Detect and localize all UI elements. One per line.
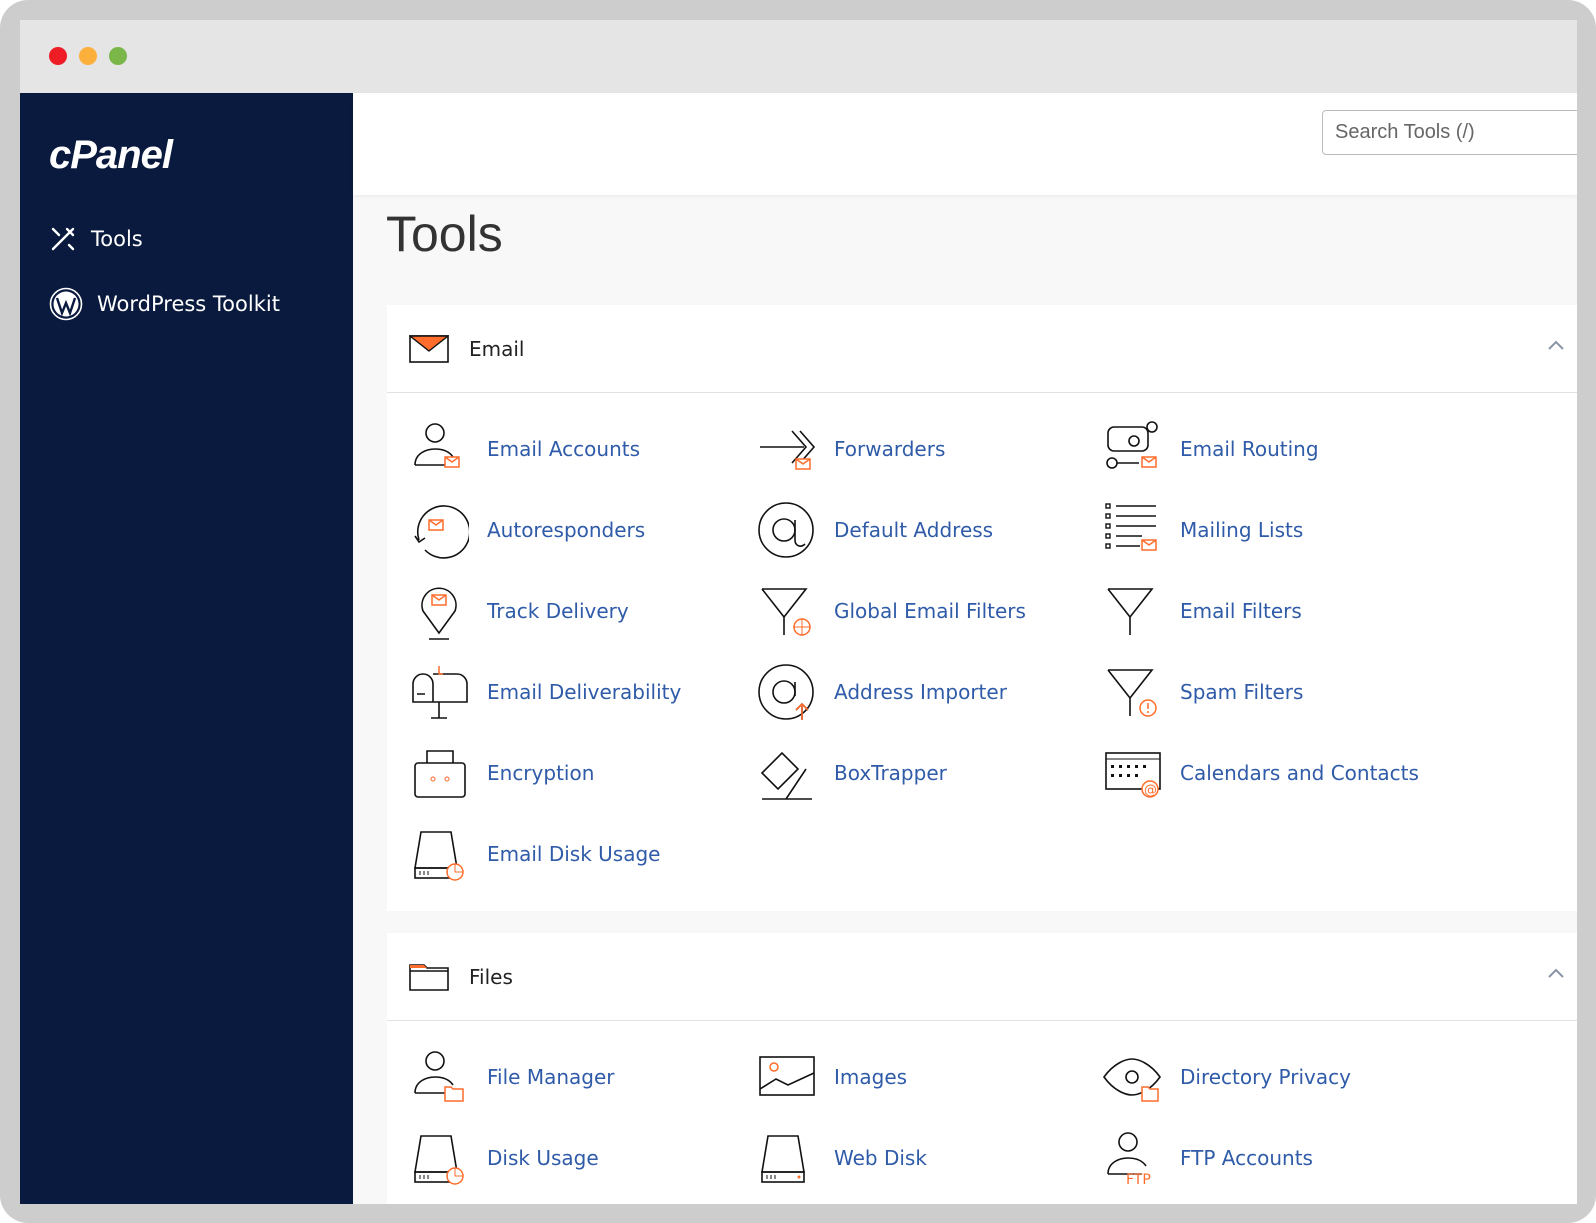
tool-boxtrapper[interactable]: BoxTrapper	[756, 743, 947, 803]
tool-label: Autoresponders	[487, 518, 646, 542]
close-button[interactable]	[49, 47, 67, 65]
tool-label: Forwarders	[834, 437, 946, 461]
tool-label: Global Email Filters	[834, 599, 1026, 623]
tool-label: Web Disk	[834, 1146, 927, 1170]
funnel-icon	[1102, 581, 1162, 641]
calendar-icon: @	[1102, 743, 1162, 803]
pin-icon	[409, 581, 469, 641]
tool-label: Calendars and Contacts	[1180, 761, 1419, 785]
envelope-icon	[409, 334, 449, 363]
list-icon	[1102, 500, 1162, 560]
tool-label: FTP Accounts	[1180, 1146, 1313, 1170]
tool-mailing-lists[interactable]: Mailing Lists	[1102, 500, 1303, 560]
sidebar-item-wordpress-toolkit[interactable]: WordPress Toolkit	[49, 287, 280, 321]
tool-disk-usage[interactable]: Disk Usage	[409, 1128, 599, 1188]
funnel-warn-icon	[1102, 662, 1162, 722]
mailbox-icon	[409, 662, 469, 722]
tool-label: Email Filters	[1180, 599, 1302, 623]
window-frame: cPanel Tools WordPress Toolkit Tools Ema…	[0, 0, 1596, 1223]
tool-label: BoxTrapper	[834, 761, 947, 785]
tool-email-routing[interactable]: Email Routing	[1102, 419, 1319, 479]
folder-icon	[409, 963, 449, 991]
sidebar: cPanel Tools WordPress Toolkit	[20, 93, 353, 1204]
tool-label: Mailing Lists	[1180, 518, 1304, 542]
sidebar-item-label: Tools	[91, 227, 143, 251]
files-section-header[interactable]: Files	[387, 933, 1577, 1021]
tool-ftp-accounts[interactable]: FTP FTP Accounts	[1102, 1128, 1313, 1188]
tool-web-disk[interactable]: Web Disk	[756, 1128, 927, 1188]
tool-address-importer[interactable]: Address Importer	[756, 662, 1007, 722]
tool-forwarders[interactable]: Forwarders	[756, 419, 945, 479]
routing-icon	[1102, 419, 1162, 479]
email-section-header[interactable]: Email	[387, 305, 1577, 393]
user-mail-icon	[409, 419, 469, 479]
tool-email-filters[interactable]: Email Filters	[1102, 581, 1302, 641]
sidebar-item-tools[interactable]: Tools	[49, 225, 143, 253]
tool-label: Disk Usage	[487, 1146, 599, 1170]
tool-images[interactable]: Images	[756, 1047, 907, 1107]
tool-label: Address Importer	[834, 680, 1007, 704]
tool-email-accounts[interactable]: Email Accounts	[409, 419, 640, 479]
title-bar	[20, 20, 1577, 93]
tool-global-email-filters[interactable]: Global Email Filters	[756, 581, 1026, 641]
chevron-up-icon[interactable]	[1547, 339, 1565, 351]
tool-label: Spam Filters	[1180, 680, 1304, 704]
tool-label: Email Deliverability	[487, 680, 682, 704]
tool-encryption[interactable]: Encryption	[409, 743, 594, 803]
browser-window: cPanel Tools WordPress Toolkit Tools Ema…	[20, 20, 1577, 1204]
image-icon	[756, 1047, 816, 1107]
auto-icon	[409, 500, 469, 560]
search-tools-input[interactable]	[1322, 110, 1577, 155]
wordpress-icon	[49, 287, 83, 321]
lockbox-icon	[409, 743, 469, 803]
tool-file-manager[interactable]: File Manager	[409, 1047, 615, 1107]
section-title: Email	[469, 336, 525, 361]
tool-label: Email Routing	[1180, 437, 1319, 461]
files-section: Files File Manager Images Directory Privac…	[387, 933, 1577, 1204]
section-title: Files	[469, 964, 513, 989]
tool-label: Default Address	[834, 518, 994, 542]
disk-pie-icon	[409, 824, 469, 884]
at-icon	[756, 500, 816, 560]
forward-icon	[756, 419, 816, 479]
tool-label: Email Disk Usage	[487, 842, 661, 866]
disk-pie-icon	[409, 1128, 469, 1188]
eye-folder-icon	[1102, 1047, 1162, 1107]
tool-email-disk-usage[interactable]: Email Disk Usage	[409, 824, 660, 884]
chevron-up-icon[interactable]	[1547, 967, 1565, 979]
tool-label: Images	[834, 1065, 908, 1089]
at-up-icon	[756, 662, 816, 722]
tool-default-address[interactable]: Default Address	[756, 500, 993, 560]
disk-icon	[756, 1128, 816, 1188]
funnel-globe-icon	[756, 581, 816, 641]
tool-email-deliverability[interactable]: Email Deliverability	[409, 662, 681, 722]
svg-text:@: @	[1144, 783, 1157, 798]
zoom-button[interactable]	[109, 47, 127, 65]
tool-track-delivery[interactable]: Track Delivery	[409, 581, 629, 641]
tools-icon	[51, 227, 75, 251]
tool-spam-filters[interactable]: Spam Filters	[1102, 662, 1303, 722]
tool-label: File Manager	[487, 1065, 615, 1089]
cpanel-logo[interactable]: cPanel	[49, 133, 173, 178]
tool-label: Track Delivery	[487, 599, 629, 623]
tool-calendars-and-contacts[interactable]: @ Calendars and Contacts	[1102, 743, 1419, 803]
minimize-button[interactable]	[79, 47, 97, 65]
user-ftp-icon: FTP	[1102, 1128, 1162, 1188]
tool-label: Directory Privacy	[1180, 1065, 1351, 1089]
tool-autoresponders[interactable]: Autoresponders	[409, 500, 645, 560]
email-section: Email Email Accounts Forwarders Email Rout…	[387, 305, 1577, 911]
tool-label: Email Accounts	[487, 437, 641, 461]
user-folder-icon	[409, 1047, 469, 1107]
page-title: Tools	[386, 206, 503, 262]
tool-label: Encryption	[487, 761, 595, 785]
sidebar-item-label: WordPress Toolkit	[97, 292, 280, 316]
svg-text:FTP: FTP	[1126, 1172, 1151, 1188]
tool-directory-privacy[interactable]: Directory Privacy	[1102, 1047, 1351, 1107]
trap-icon	[756, 743, 816, 803]
